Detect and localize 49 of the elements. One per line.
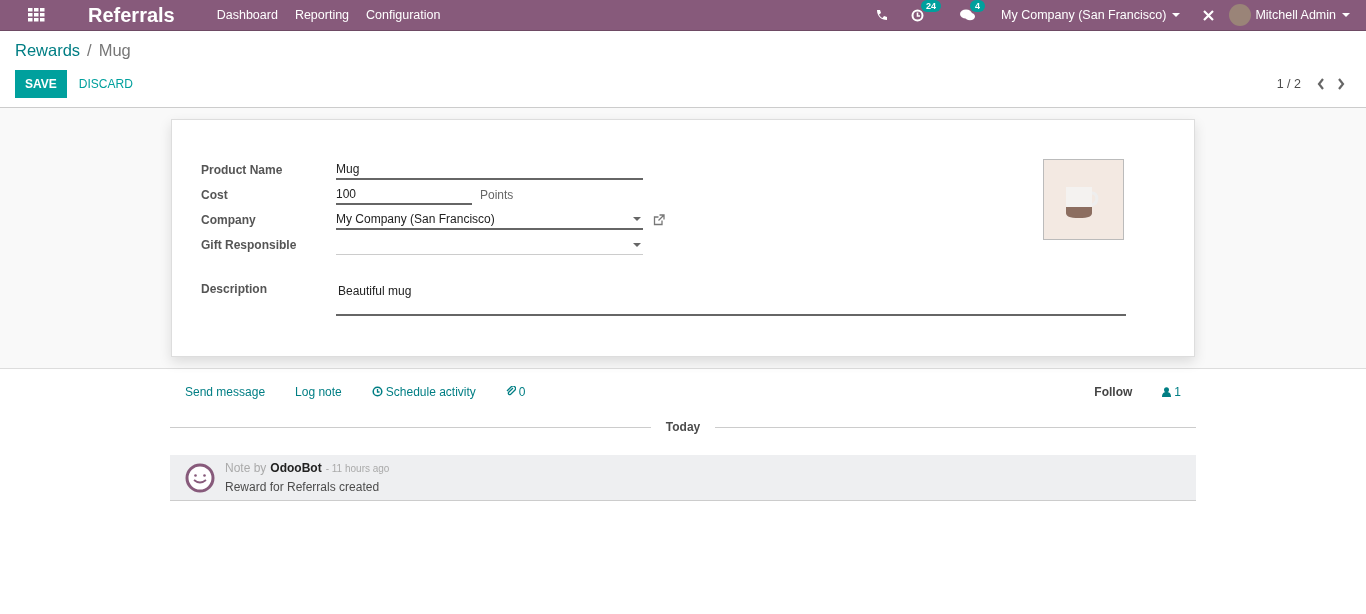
followers-button[interactable]: 1	[1162, 384, 1181, 399]
description-field[interactable]: Beautiful mug	[336, 279, 1126, 316]
phone-icon[interactable]	[875, 9, 888, 21]
breadcrumb-separator: /	[87, 41, 92, 60]
person-icon[interactable]	[1162, 386, 1172, 397]
company-switcher[interactable]: My Company (San Francisco)	[1001, 8, 1167, 22]
caret-icon[interactable]	[1172, 13, 1181, 17]
caret-icon[interactable]	[633, 217, 641, 221]
unit-label: Points	[480, 188, 514, 202]
breadcrumb-link[interactable]: Rewards	[15, 41, 81, 60]
caret-icon[interactable]	[1342, 13, 1350, 17]
field-label: Company	[201, 212, 257, 229]
user-menu[interactable]: Mitchell Admin	[1255, 8, 1336, 22]
paperclip-icon[interactable]	[505, 386, 516, 397]
count-badge: 4	[970, 0, 986, 12]
discard-button[interactable]: DISCARD	[68, 70, 143, 98]
date-separator: Today	[665, 420, 701, 434]
text-field[interactable]: Mug	[336, 160, 643, 180]
next-icon[interactable]	[1337, 78, 1345, 90]
external-link-icon[interactable]	[653, 214, 665, 226]
attachments-link[interactable]: 0	[505, 384, 526, 399]
log-note-link[interactable]: Log note	[295, 384, 342, 399]
caret-icon[interactable]	[633, 242, 641, 247]
field-label: Gift Responsible	[201, 237, 298, 254]
bot-avatar	[185, 462, 215, 493]
number-field[interactable]: 100	[336, 185, 472, 205]
pager-value: 1 / 2	[1276, 77, 1301, 91]
send-message-link[interactable]: Send message	[185, 384, 266, 399]
app-title[interactable]: Referrals	[88, 3, 175, 27]
count-badge: 24	[921, 0, 942, 12]
dropdown-field[interactable]: My Company (San Francisco)	[336, 210, 643, 230]
schedule-activity-link[interactable]: Schedule activity	[371, 384, 476, 399]
previous-icon[interactable]	[1317, 78, 1325, 90]
save-button[interactable]: SAVE	[15, 70, 67, 98]
field-label: Cost	[201, 187, 229, 204]
follow-button[interactable]: Follow	[1094, 384, 1133, 399]
nav-menu-item[interactable]: Reporting	[294, 8, 350, 22]
nav-menu-item[interactable]: Dashboard	[216, 8, 278, 22]
field-label: Product Name	[201, 162, 284, 179]
message-text: Reward for Referrals created	[225, 480, 381, 494]
breadcrumb-current: Mug	[98, 41, 131, 60]
message-time: - 11 hours ago	[325, 463, 390, 474]
field-label: Description	[201, 281, 268, 298]
message-type: Note by	[225, 461, 267, 475]
clock-icon[interactable]	[371, 386, 383, 397]
chat-bubbles-icon[interactable]	[960, 9, 976, 21]
message-author[interactable]: OdooBot	[270, 461, 322, 475]
nav-menu-item[interactable]: Configuration	[366, 8, 441, 22]
apps-menu-icon[interactable]	[28, 8, 45, 22]
